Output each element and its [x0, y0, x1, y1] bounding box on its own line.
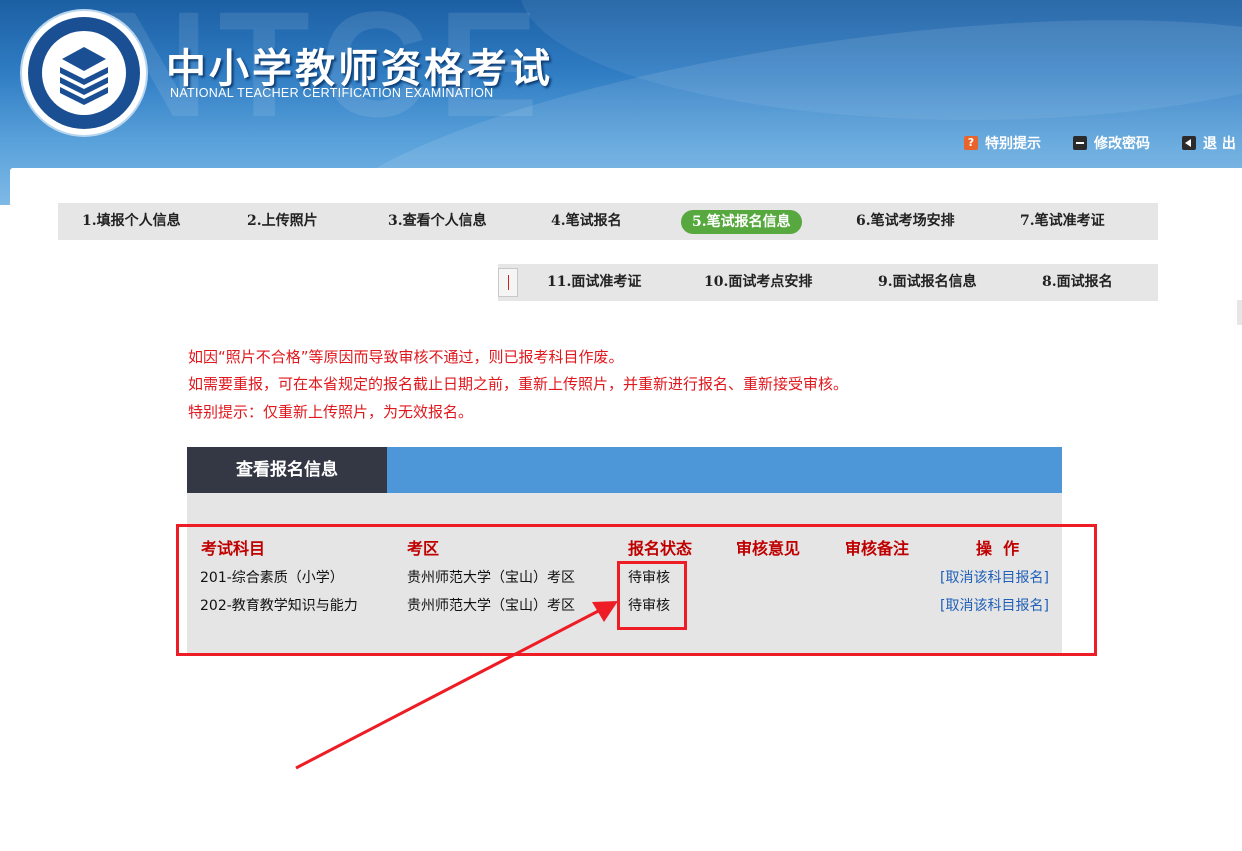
logout-link[interactable]: 退 出 — [1182, 133, 1236, 153]
help-icon: ? — [964, 136, 978, 150]
tab-written-admission-ticket[interactable]: 7.笔试准考证 — [1020, 203, 1105, 240]
key-icon — [1073, 136, 1087, 150]
written-exam-nav: 1.填报个人信息 2.上传照片 3.查看个人信息 4.笔试报名 5.笔试报名信息… — [58, 203, 1158, 240]
change-password-link[interactable]: 修改密码 — [1073, 133, 1150, 153]
notice-line: 特别提示：仅重新上传照片，为无效报名。 — [188, 401, 473, 422]
notice-line: 如因“照片不合格”等原因而导致审核不通过，则已报考科目作废。 — [188, 346, 624, 367]
book-icon — [22, 11, 146, 135]
tab-written-registration[interactable]: 4.笔试报名 — [551, 203, 622, 240]
interview-nav: 11.面试准考证 10.面试考点安排 9.面试报名信息 8.面试报名 — [498, 264, 1158, 301]
tab-view-personal-info[interactable]: 3.查看个人信息 — [388, 203, 487, 240]
panel-title: 查看报名信息 — [187, 447, 387, 493]
highlight-box-status — [617, 561, 687, 630]
change-password-label: 修改密码 — [1094, 133, 1150, 153]
tab-written-registration-info[interactable]: 5.笔试报名信息 — [681, 210, 802, 234]
logout-label: 退 出 — [1203, 133, 1236, 153]
ntce-logo — [22, 11, 146, 135]
tab-interview-registration-info[interactable]: 9.面试报名信息 — [878, 264, 977, 301]
tab-fill-personal-info[interactable]: 1.填报个人信息 — [82, 203, 181, 240]
tab-upload-photo[interactable]: 2.上传照片 — [247, 203, 318, 240]
tab-interview-admission-ticket[interactable]: 11.面试准考证 — [547, 264, 641, 301]
page-edge — [1237, 300, 1242, 325]
nav-scroll-handle[interactable] — [498, 268, 518, 297]
tab-interview-registration[interactable]: 8.面试报名 — [1042, 264, 1113, 301]
tab-interview-site-arrangement[interactable]: 10.面试考点安排 — [704, 264, 812, 301]
site-subtitle: NATIONAL TEACHER CERTIFICATION EXAMINATI… — [170, 86, 494, 100]
special-tips-link[interactable]: ? 特别提示 — [964, 133, 1041, 153]
exit-icon — [1182, 136, 1196, 150]
notice-line: 如需要重报，可在本省规定的报名截止日期之前，重新上传照片，并重新进行报名、重新接… — [188, 373, 848, 394]
tab-written-exam-arrangement[interactable]: 6.笔试考场安排 — [856, 203, 955, 240]
special-tips-label: 特别提示 — [985, 133, 1041, 153]
